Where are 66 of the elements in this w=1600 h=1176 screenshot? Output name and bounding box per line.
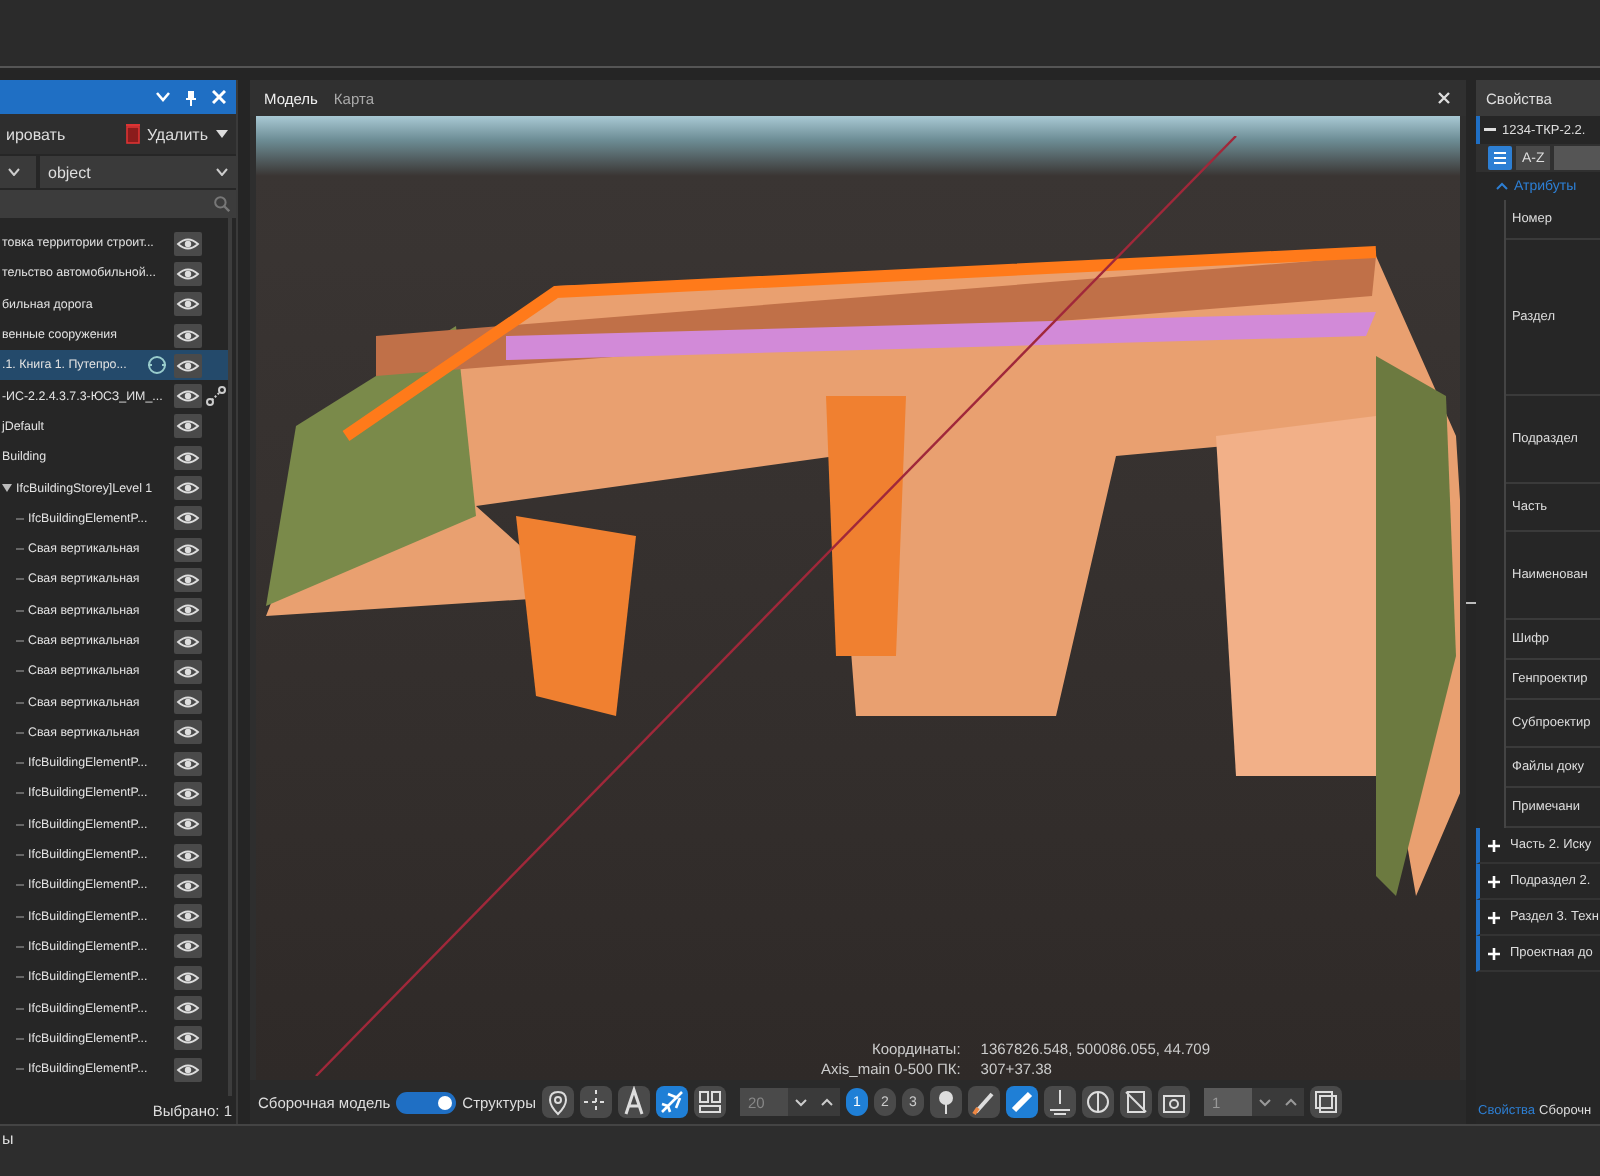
eye-icon[interactable]	[174, 445, 202, 470]
eye-icon[interactable]	[174, 720, 202, 745]
plus-icon	[1488, 947, 1500, 959]
list-view-icon[interactable]	[1488, 146, 1512, 170]
caret-down-icon[interactable]	[216, 130, 228, 138]
chevron-down-icon[interactable]	[787, 1088, 814, 1116]
section-plane-icon[interactable]	[1043, 1086, 1076, 1118]
eye-icon[interactable]	[174, 537, 202, 562]
eye-icon[interactable]	[174, 353, 202, 378]
eye-icon[interactable]	[174, 1026, 202, 1051]
plus-icon	[1488, 839, 1500, 851]
letter-a-icon[interactable]	[617, 1086, 650, 1118]
eye-icon[interactable]	[174, 781, 202, 806]
ruler-icon[interactable]	[1005, 1086, 1038, 1118]
brush-icon[interactable]	[967, 1086, 1000, 1118]
eye-icon[interactable]	[174, 476, 202, 501]
chevron-down-icon[interactable]	[156, 92, 170, 102]
splitter-handle[interactable]	[1466, 601, 1476, 603]
windows-icon[interactable]	[1309, 1086, 1342, 1118]
eye-icon[interactable]	[174, 690, 202, 715]
location-pin-icon[interactable]	[541, 1086, 574, 1118]
plus-icon	[1488, 911, 1500, 923]
dropdown[interactable]	[0, 156, 36, 188]
filter-dropdown[interactable]: object	[40, 156, 236, 188]
eye-icon[interactable]	[174, 506, 202, 531]
airplane-icon[interactable]	[655, 1086, 688, 1118]
eye-icon[interactable]	[174, 934, 202, 959]
chevron-up-icon[interactable]	[1277, 1088, 1304, 1116]
eye-icon[interactable]	[174, 598, 202, 623]
eye-icon[interactable]	[174, 231, 202, 256]
eye-icon[interactable]	[174, 904, 202, 929]
eye-icon[interactable]	[174, 996, 202, 1021]
caret-down-icon[interactable]	[2, 484, 12, 493]
eye-icon[interactable]	[174, 292, 202, 317]
panel-tab[interactable]: ы	[0, 1126, 16, 1152]
eye-icon[interactable]	[174, 323, 202, 348]
half-circle-icon[interactable]	[1081, 1086, 1114, 1118]
chevron-up-icon[interactable]	[813, 1088, 840, 1116]
eye-icon[interactable]	[174, 843, 202, 868]
eye-icon[interactable]	[174, 629, 202, 653]
mode-toggle[interactable]	[396, 1091, 457, 1113]
pin-icon[interactable]	[186, 89, 196, 105]
link-icon[interactable]	[206, 386, 226, 407]
eye-icon[interactable]	[174, 965, 202, 990]
eye-icon[interactable]	[174, 567, 202, 592]
delete-button[interactable]: Удалить	[126, 124, 208, 144]
eye-icon[interactable]	[174, 414, 202, 439]
sync-icon[interactable]	[146, 354, 168, 377]
close-icon[interactable]	[1438, 92, 1450, 104]
eye-icon[interactable]	[174, 1057, 202, 1082]
chevron-down-icon	[8, 168, 20, 176]
chevron-down-icon[interactable]	[1251, 1088, 1278, 1116]
eye-icon[interactable]	[174, 384, 202, 409]
plus-icon	[1488, 875, 1500, 887]
chevron-down-icon	[216, 168, 228, 176]
chevron-up-icon[interactable]	[1496, 182, 1508, 190]
trash-icon	[126, 124, 141, 144]
eye-icon[interactable]	[174, 261, 202, 286]
search-field[interactable]	[0, 190, 236, 218]
eye-icon[interactable]	[174, 812, 202, 837]
eye-icon[interactable]	[174, 659, 202, 684]
camera-icon[interactable]	[1157, 1086, 1190, 1118]
copy-button[interactable]: ировать	[6, 125, 66, 143]
eye-icon[interactable]	[174, 751, 202, 776]
eye-icon[interactable]	[174, 873, 202, 898]
search-icon	[214, 196, 230, 212]
